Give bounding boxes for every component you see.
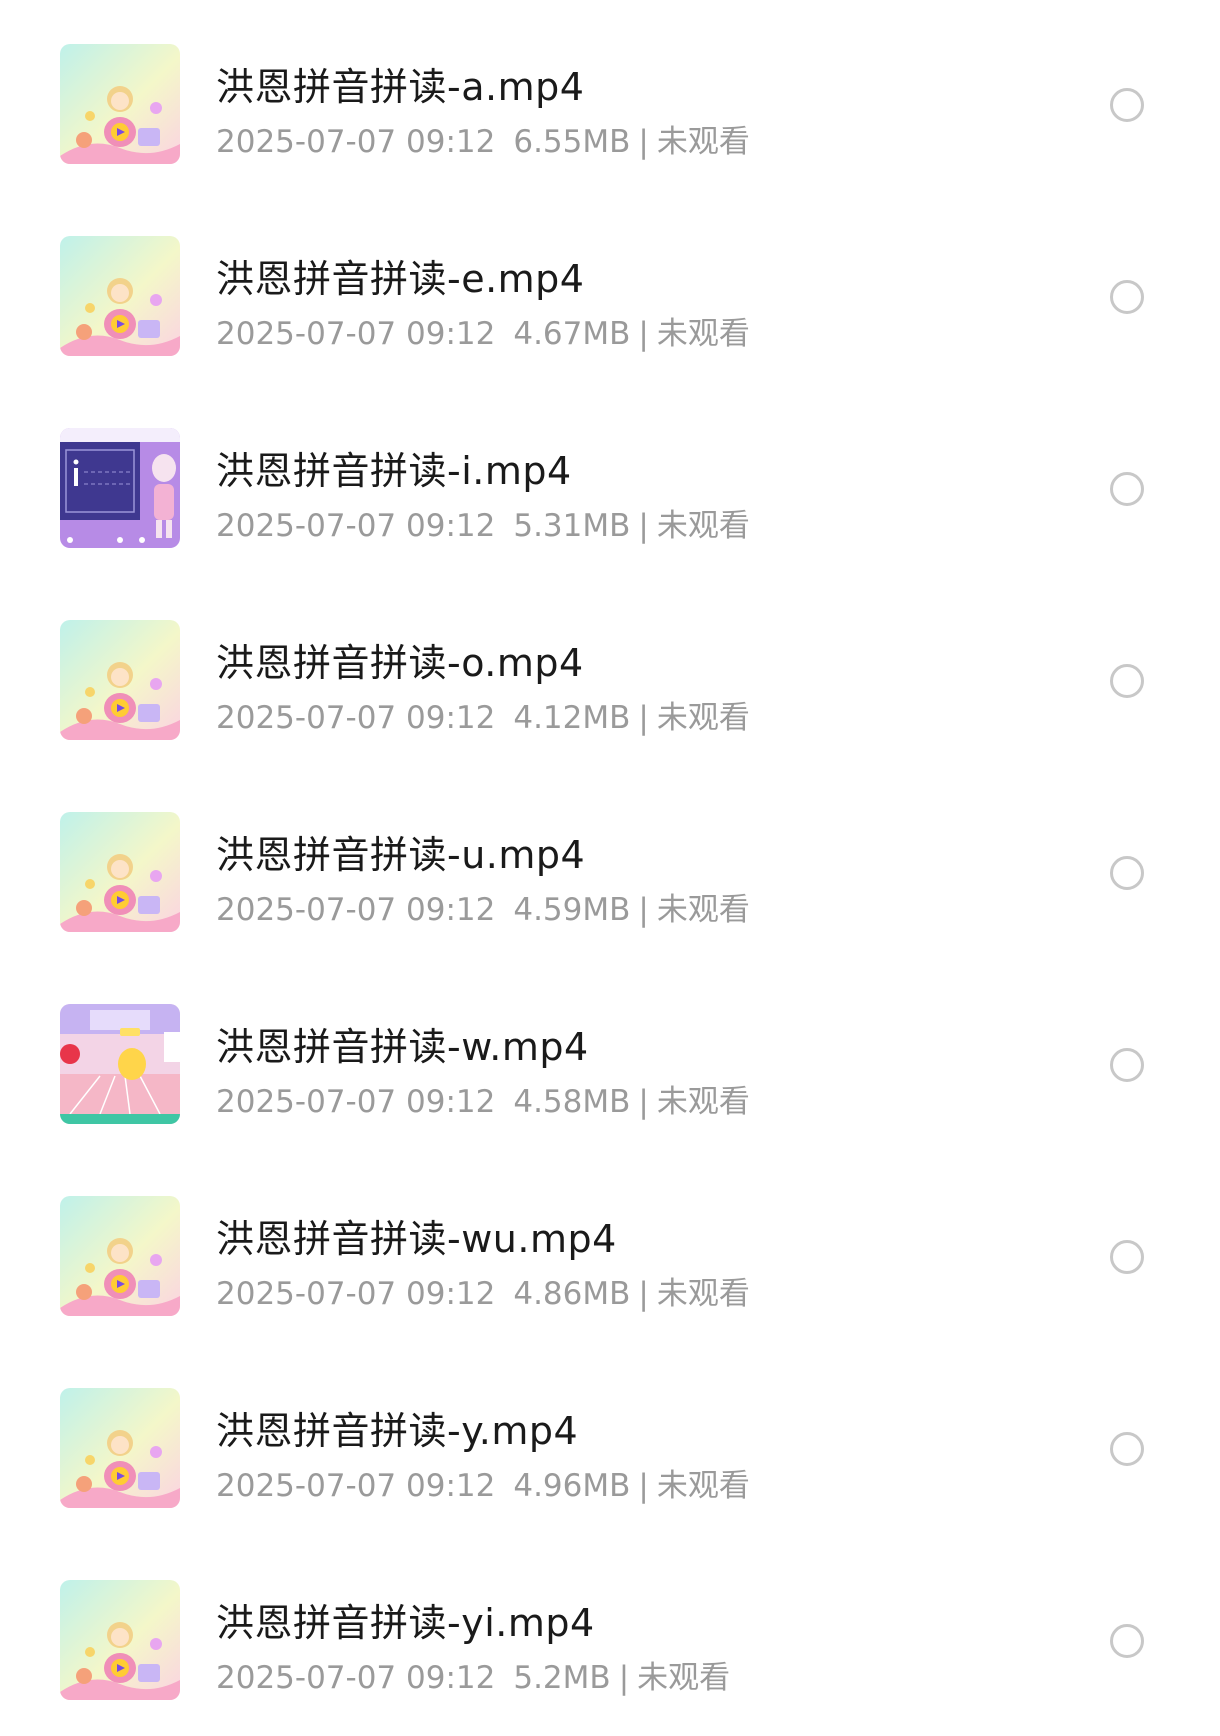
file-date: 2025-07-07 09:12 [216,316,496,352]
watch-status: 未观看 [656,316,750,352]
meta-separator: | [638,508,649,544]
file-row[interactable]: 洪恩拼音拼读-wu.mp4 2025-07-07 09:12 4.86MB | 未观看 [0,1152,1220,1344]
file-date: 2025-07-07 09:12 [216,1468,496,1504]
file-size: 4.67MB [513,316,631,352]
meta-separator: | [618,1660,630,1696]
select-radio[interactable] [1110,88,1144,122]
file-row[interactable]: 洪恩拼音拼读-yi.mp4 2025-07-07 09:12 5.2MB | 未观看 [0,1536,1220,1728]
meta-separator: | [638,316,649,352]
select-radio[interactable] [1110,280,1144,314]
select-radio[interactable] [1110,1432,1144,1466]
watch-status: 未观看 [656,892,750,928]
file-meta: 2025-07-07 09:12 4.96MB | 未观看 [216,1460,750,1505]
watch-status: 未观看 [656,508,750,544]
watch-status: 未观看 [656,1468,750,1504]
file-date: 2025-07-07 09:12 [216,700,496,736]
watch-status: 未观看 [656,124,750,160]
file-date: 2025-07-07 09:12 [216,1660,496,1696]
file-size: 5.31MB [513,508,631,544]
file-row[interactable]: 洪恩拼音拼读-e.mp4 2025-07-07 09:12 4.67MB | 未观看 [0,192,1220,384]
file-meta: 2025-07-07 09:12 6.55MB | 未观看 [216,116,750,161]
meta-separator: | [638,1276,649,1312]
file-row[interactable]: 洪恩拼音拼读-i.mp4 2025-07-07 09:12 5.31MB | 未观看 [0,384,1220,576]
file-row[interactable]: 洪恩拼音拼读-w.mp4 2025-07-07 09:12 4.58MB | 未观看 [0,960,1220,1152]
file-row[interactable]: 洪恩拼音拼读-o.mp4 2025-07-07 09:12 4.12MB | 未观看 [0,576,1220,768]
file-row[interactable]: 洪恩拼音拼读-y.mp4 2025-07-07 09:12 4.96MB | 未观看 [0,1344,1220,1536]
file-date: 2025-07-07 09:12 [216,892,496,928]
file-row[interactable]: 洪恩拼音拼读-a.mp4 2025-07-07 09:12 6.55MB | 未观看 [0,0,1220,192]
file-size: 6.55MB [513,124,631,160]
select-radio[interactable] [1110,856,1144,890]
select-radio[interactable] [1110,1048,1144,1082]
video-thumbnail[interactable] [60,1196,180,1316]
file-title[interactable]: 洪恩拼音拼读-o.mp4 [216,632,584,687]
file-title[interactable]: 洪恩拼音拼读-a.mp4 [216,56,584,111]
meta-separator: | [638,124,649,160]
meta-separator: | [638,1084,649,1120]
video-thumbnail[interactable] [60,236,180,356]
video-thumbnail[interactable] [60,44,180,164]
file-size: 4.58MB [513,1084,631,1120]
file-size: 4.12MB [513,700,631,736]
file-size: 4.86MB [513,1276,631,1312]
file-date: 2025-07-07 09:12 [216,508,496,544]
select-radio[interactable] [1110,1624,1144,1658]
file-date: 2025-07-07 09:12 [216,1276,496,1312]
file-size: 5.2MB [513,1660,611,1696]
file-meta: 2025-07-07 09:12 5.31MB | 未观看 [216,500,750,545]
file-meta: 2025-07-07 09:12 4.58MB | 未观看 [216,1076,750,1121]
watch-status: 未观看 [637,1660,731,1696]
meta-separator: | [638,700,649,736]
watch-status: 未观看 [656,700,750,736]
meta-separator: | [638,892,649,928]
video-thumbnail[interactable] [60,1580,180,1700]
watch-status: 未观看 [656,1084,750,1120]
file-date: 2025-07-07 09:12 [216,124,496,160]
select-radio[interactable] [1110,472,1144,506]
select-radio[interactable] [1110,664,1144,698]
file-title[interactable]: 洪恩拼音拼读-wu.mp4 [216,1208,617,1263]
file-size: 4.96MB [513,1468,631,1504]
video-thumbnail[interactable] [60,1004,180,1124]
file-meta: 2025-07-07 09:12 4.67MB | 未观看 [216,308,750,353]
file-meta: 2025-07-07 09:12 4.12MB | 未观看 [216,692,750,737]
file-title[interactable]: 洪恩拼音拼读-e.mp4 [216,248,585,303]
video-thumbnail[interactable] [60,1388,180,1508]
file-date: 2025-07-07 09:12 [216,1084,496,1120]
video-thumbnail[interactable] [60,428,180,548]
file-title[interactable]: 洪恩拼音拼读-w.mp4 [216,1016,589,1071]
video-file-list: 洪恩拼音拼读-a.mp4 2025-07-07 09:12 6.55MB | 未观看 … [0,0,1220,1736]
watch-status: 未观看 [656,1276,750,1312]
meta-separator: | [638,1468,649,1504]
video-thumbnail[interactable] [60,620,180,740]
file-title[interactable]: 洪恩拼音拼读-i.mp4 [216,440,572,495]
file-meta: 2025-07-07 09:12 4.59MB | 未观看 [216,884,750,929]
file-meta: 2025-07-07 09:12 4.86MB | 未观看 [216,1268,750,1313]
file-title[interactable]: 洪恩拼音拼读-yi.mp4 [216,1592,595,1647]
video-thumbnail[interactable] [60,812,180,932]
select-radio[interactable] [1110,1240,1144,1274]
file-title[interactable]: 洪恩拼音拼读-u.mp4 [216,824,585,879]
file-meta: 2025-07-07 09:12 5.2MB | 未观看 [216,1652,730,1697]
file-title[interactable]: 洪恩拼音拼读-y.mp4 [216,1400,578,1455]
file-row[interactable]: 洪恩拼音拼读-u.mp4 2025-07-07 09:12 4.59MB | 未观看 [0,768,1220,960]
file-size: 4.59MB [513,892,631,928]
